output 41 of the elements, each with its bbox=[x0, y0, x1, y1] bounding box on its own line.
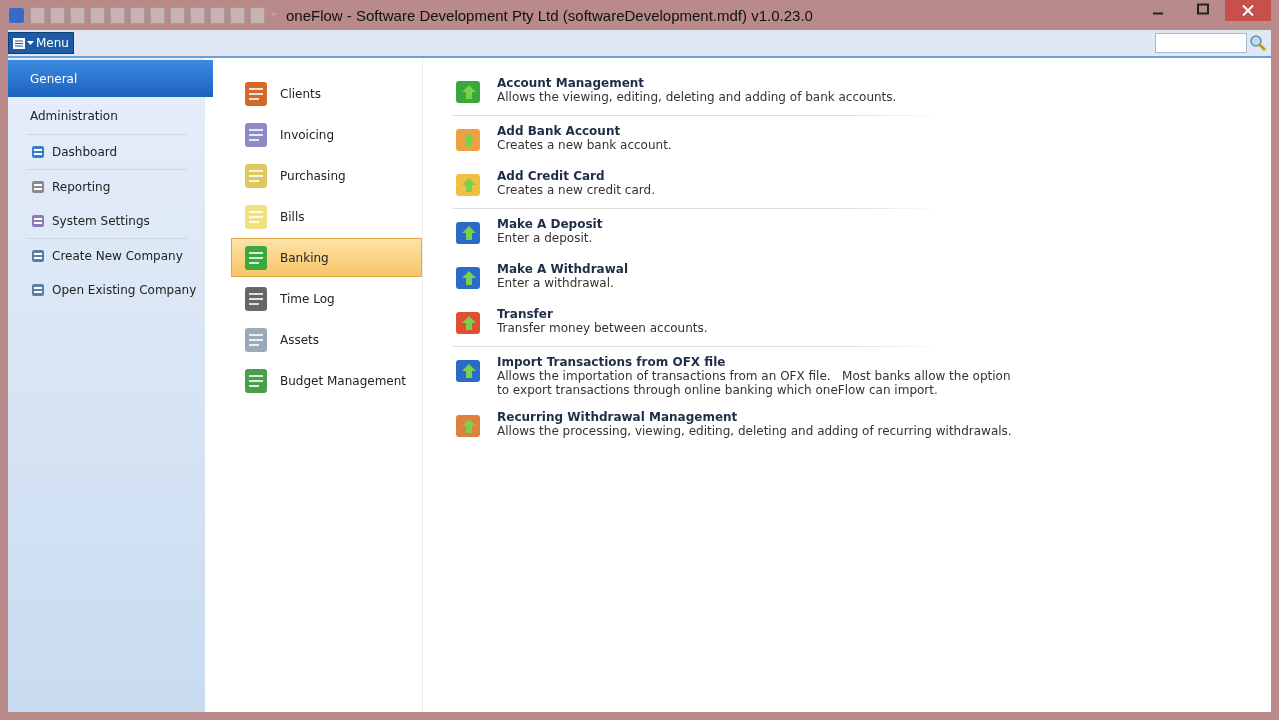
action-description: Allows the viewing, editing, deleting and adding of bank accounts. bbox=[497, 90, 897, 104]
action-link[interactable]: Make A Withdrawal bbox=[497, 262, 628, 276]
dropdown-caret-icon[interactable] bbox=[270, 12, 278, 18]
action-link[interactable]: Transfer bbox=[497, 307, 553, 321]
action-description: Enter a withdrawal. bbox=[497, 276, 614, 290]
action-description: Creates a new bank account. bbox=[497, 138, 672, 152]
sidebar-item[interactable]: Reporting bbox=[8, 170, 205, 204]
module-item[interactable]: Clients bbox=[231, 74, 422, 113]
close-icon[interactable] bbox=[1225, 0, 1271, 21]
sidebar-item[interactable]: Dashboard bbox=[8, 135, 205, 169]
sidebar-item[interactable]: System Settings bbox=[8, 204, 205, 238]
module-item[interactable]: Assets bbox=[231, 320, 422, 359]
action-link[interactable]: Recurring Withdrawal Management bbox=[497, 410, 738, 424]
action-link[interactable]: Add Credit Card bbox=[497, 169, 605, 183]
module-item[interactable]: Time Log bbox=[231, 279, 422, 318]
search-icon[interactable] bbox=[1249, 34, 1267, 52]
list-icon bbox=[13, 37, 25, 49]
sidebar-item[interactable]: Administration bbox=[8, 97, 205, 134]
module-item[interactable]: Banking bbox=[231, 238, 422, 277]
app-icon[interactable] bbox=[8, 6, 25, 24]
action-description: Enter a deposit. bbox=[497, 231, 593, 245]
action-link[interactable]: Make A Deposit bbox=[497, 217, 603, 231]
action-description: Allows the processing, viewing, editing, deleting and adding of recurring withdrawals. bbox=[497, 424, 1012, 438]
module-item[interactable]: Invoicing bbox=[231, 115, 422, 154]
menu-button[interactable]: Menu bbox=[8, 32, 74, 54]
module-item[interactable]: Purchasing bbox=[231, 156, 422, 195]
search-field[interactable] bbox=[1155, 33, 1247, 53]
caret-icon bbox=[27, 40, 34, 46]
action-link[interactable]: Import Transactions from OFX file bbox=[497, 355, 726, 369]
module-item[interactable]: Budget Management bbox=[231, 361, 422, 400]
action-link[interactable]: Account Management bbox=[497, 76, 645, 90]
action-description: Creates a new credit card. bbox=[497, 183, 655, 197]
action-description: to export transactions through online banking which oneFlow can import. bbox=[497, 383, 938, 397]
action-description: Transfer money between accounts. bbox=[497, 321, 708, 335]
sidebar-item[interactable]: Create New Company bbox=[8, 239, 205, 273]
module-item[interactable]: Bills bbox=[231, 197, 422, 236]
window-title: oneFlow - Software Development Pty Ltd (softwareDevelopment.mdf) v1.0.23.0 bbox=[286, 6, 813, 24]
sidebar-item[interactable]: General bbox=[8, 60, 213, 97]
sidebar-item[interactable]: Open Existing Company bbox=[8, 273, 205, 307]
action-link[interactable]: Add Bank Account bbox=[497, 124, 621, 138]
action-description: Allows the importation of transactions from an OFX file. Most banks allow the option bbox=[497, 369, 1011, 383]
